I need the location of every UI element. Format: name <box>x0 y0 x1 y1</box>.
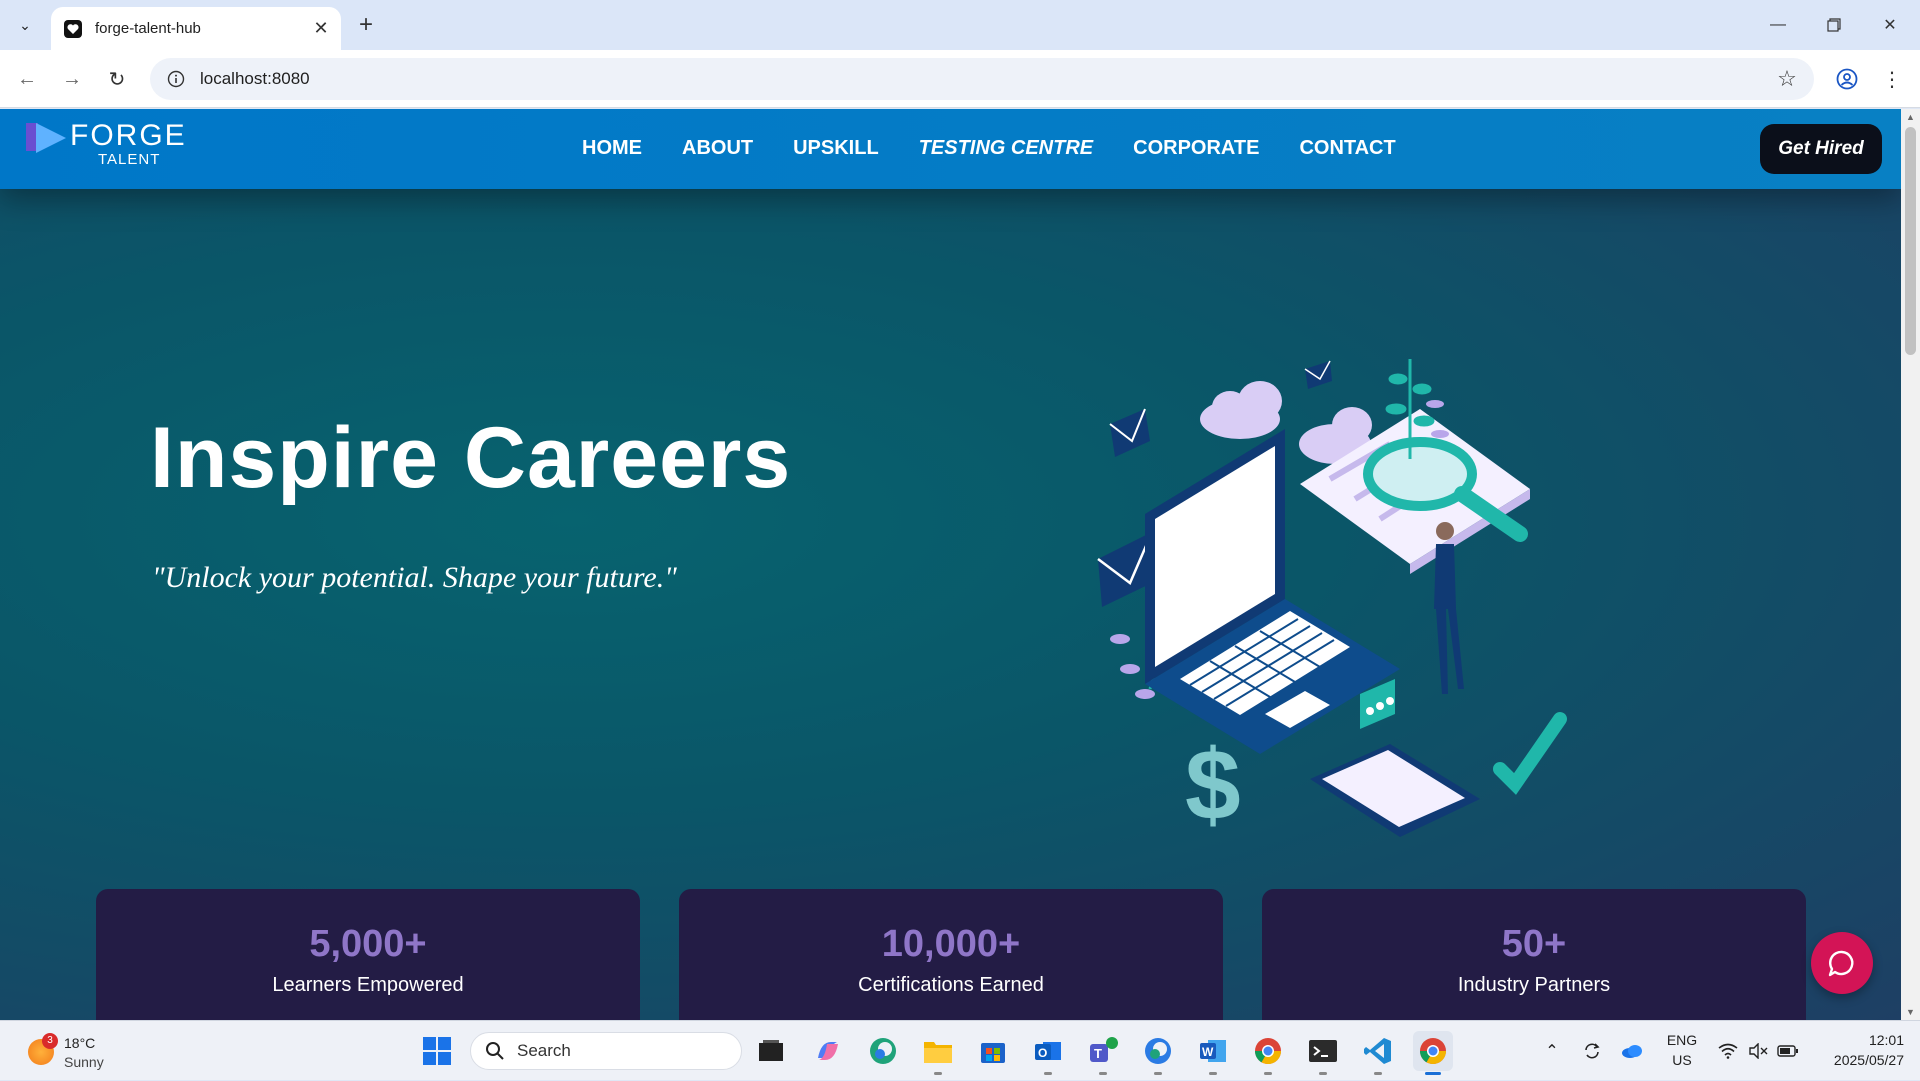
search-label: Search <box>517 1041 571 1060</box>
browser-toolbar: ← → ↻ localhost:8080 ☆ ⋮ <box>0 50 1920 108</box>
browser-menu-icon[interactable]: ⋮ <box>1875 62 1909 96</box>
taskbar-search[interactable]: Search <box>470 1032 742 1070</box>
notification-badge: 3 <box>42 1033 58 1049</box>
edge-beta-icon[interactable] <box>1138 1031 1178 1075</box>
nav-upskill[interactable]: UPSKILL <box>793 137 879 160</box>
clock-time: 12:01 <box>1868 1032 1904 1048</box>
scroll-down-icon[interactable]: ▼ <box>1905 1006 1916 1018</box>
dollar-icon: $ <box>1185 729 1241 841</box>
weather-temp: 18°C <box>64 1035 96 1051</box>
vscode-icon[interactable] <box>1358 1031 1398 1075</box>
stat-value: 5,000+ <box>309 923 427 965</box>
get-hired-button[interactable]: Get Hired <box>1760 124 1882 174</box>
svg-text:T: T <box>1094 1046 1102 1061</box>
restore-icon[interactable] <box>1806 0 1862 50</box>
windows-start-icon[interactable] <box>417 1031 457 1071</box>
region-code: US <box>1672 1052 1692 1068</box>
scroll-up-icon[interactable]: ▲ <box>1905 111 1916 123</box>
hero-title: Inspire Careers <box>150 410 792 506</box>
bookmark-star-icon[interactable]: ☆ <box>1772 64 1802 94</box>
battery-icon[interactable] <box>1774 1021 1802 1081</box>
stat-card-learners: 5,000+ Learners Empowered <box>96 889 640 1020</box>
logo-play-icon <box>26 123 66 153</box>
nav-contact[interactable]: CONTACT <box>1299 137 1395 160</box>
page-viewport: FORGE TALENT HOME ABOUT UPSKILL TESTING … <box>0 109 1901 1020</box>
reload-icon[interactable]: ↻ <box>100 62 134 96</box>
outlook-icon[interactable]: O <box>1028 1031 1068 1075</box>
windows-taskbar: 3 18°C Sunny Search O T W ⌃ ENG US 12:01… <box>0 1020 1920 1080</box>
hero-tagline: "Unlock your potential. Shape your futur… <box>152 561 677 594</box>
page-scrollbar[interactable]: ▲ ▼ <box>1901 109 1920 1020</box>
stat-card-certifications: 10,000+ Certifications Earned <box>679 889 1223 1020</box>
store-icon[interactable] <box>973 1031 1013 1071</box>
task-view-icon[interactable] <box>751 1031 791 1071</box>
teams-icon[interactable]: T <box>1083 1031 1123 1075</box>
logo-subtitle: TALENT <box>98 151 161 168</box>
language-indicator[interactable]: ENG US <box>1660 1030 1704 1070</box>
minimize-icon[interactable]: — <box>1750 0 1806 50</box>
onedrive-icon[interactable] <box>1618 1021 1646 1081</box>
forge-talent-logo[interactable]: FORGE TALENT <box>24 113 187 173</box>
tab-title: forge-talent-hub <box>95 20 201 37</box>
scrollbar-thumb[interactable] <box>1905 127 1916 355</box>
person-icon <box>1434 522 1464 694</box>
volume-muted-icon[interactable] <box>1744 1021 1772 1081</box>
stat-label: Learners Empowered <box>272 974 464 996</box>
main-nav: HOME ABOUT UPSKILL TESTING CENTRE CORPOR… <box>582 137 1436 160</box>
stat-value: 10,000+ <box>881 923 1021 965</box>
url-text: localhost:8080 <box>200 69 310 88</box>
stat-card-partners: 50+ Industry Partners <box>1262 889 1806 1020</box>
svg-text:O: O <box>1038 1046 1047 1060</box>
hero-illustration: $ <box>1097 359 1567 841</box>
back-arrow-icon[interactable]: ← <box>10 62 44 96</box>
language-code: ENG <box>1666 1032 1698 1048</box>
terminal-icon[interactable] <box>1303 1031 1343 1075</box>
system-clock[interactable]: 12:01 2025/05/27 <box>1812 1030 1904 1070</box>
nav-about[interactable]: ABOUT <box>682 137 753 160</box>
file-explorer-icon[interactable] <box>918 1031 958 1075</box>
logo-wordmark: FORGE <box>70 119 187 152</box>
browser-tab[interactable]: forge-talent-hub ✕ <box>51 7 341 50</box>
nav-home[interactable]: HOME <box>582 137 642 160</box>
address-bar[interactable]: localhost:8080 ☆ <box>150 58 1814 100</box>
stat-value: 50+ <box>1501 923 1567 965</box>
show-hidden-icons-chevron-icon[interactable]: ⌃ <box>1538 1021 1566 1081</box>
nav-corporate[interactable]: CORPORATE <box>1133 137 1259 160</box>
weather-condition: Sunny <box>64 1054 104 1070</box>
svg-text:W: W <box>1202 1045 1214 1059</box>
forward-arrow-icon[interactable]: → <box>55 62 89 96</box>
word-icon[interactable]: W <box>1193 1031 1233 1075</box>
nav-testing-centre[interactable]: TESTING CENTRE <box>919 137 1093 160</box>
search-icon <box>486 1042 504 1060</box>
profile-icon[interactable] <box>1830 62 1864 96</box>
tab-close-icon[interactable]: ✕ <box>309 17 333 41</box>
chrome-icon[interactable] <box>1248 1031 1288 1075</box>
site-header: FORGE TALENT HOME ABOUT UPSKILL TESTING … <box>0 109 1901 189</box>
site-info-icon[interactable] <box>158 61 194 97</box>
clock-date: 2025/05/27 <box>1833 1052 1904 1068</box>
copilot-icon[interactable] <box>808 1031 848 1071</box>
weather-widget[interactable]: 3 18°C Sunny <box>24 1029 124 1073</box>
sync-icon[interactable] <box>1578 1021 1606 1081</box>
stat-label: Certifications Earned <box>858 974 1044 996</box>
checkmark-icon <box>1493 712 1567 795</box>
chat-button[interactable] <box>1811 932 1873 994</box>
tab-search-chevron-icon[interactable]: ⌄ <box>10 10 40 40</box>
edge-icon[interactable] <box>863 1031 903 1071</box>
browser-tab-bar: ⌄ forge-talent-hub ✕ + — ✕ <box>0 0 1920 50</box>
new-tab-button[interactable]: + <box>352 11 380 39</box>
chat-bubble-icon <box>1828 950 1854 977</box>
close-window-icon[interactable]: ✕ <box>1862 0 1918 50</box>
stat-label: Industry Partners <box>1457 974 1611 996</box>
chrome-active-icon[interactable] <box>1413 1031 1453 1075</box>
heart-favicon-icon <box>63 19 83 39</box>
wifi-icon[interactable] <box>1714 1021 1742 1081</box>
